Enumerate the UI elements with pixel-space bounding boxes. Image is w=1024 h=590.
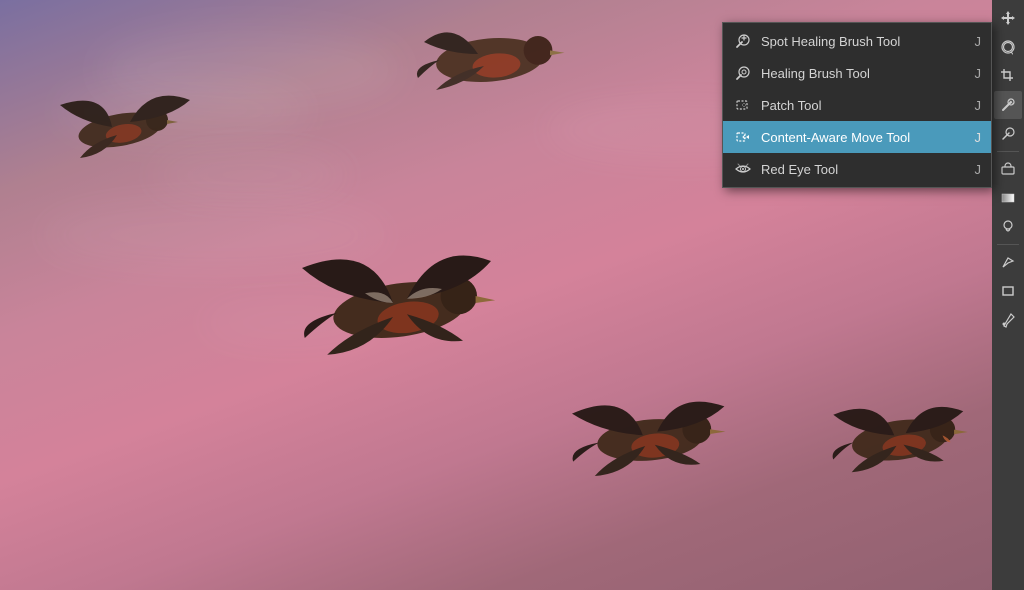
toolbar-eraser-tool[interactable] xyxy=(994,155,1022,183)
healing-brush-shortcut: J xyxy=(975,66,982,81)
toolbar-shape-tool[interactable] xyxy=(994,277,1022,305)
healing-brush-label: Healing Brush Tool xyxy=(761,66,967,81)
spot-healing-shortcut: J xyxy=(975,34,982,49)
toolbar-clone-stamp-tool[interactable] xyxy=(994,120,1022,148)
patch-tool-icon xyxy=(733,95,753,115)
toolbar-separator-1 xyxy=(997,151,1019,152)
toolbar-lasso-tool[interactable] xyxy=(994,33,1022,61)
toolbar-pen-tool[interactable] xyxy=(994,248,1022,276)
red-eye-shortcut: J xyxy=(975,162,982,177)
dropdown-item-healing-brush[interactable]: Healing Brush Tool J xyxy=(723,57,991,89)
toolbar-gradient-tool[interactable] xyxy=(994,184,1022,212)
dropdown-item-spot-healing[interactable]: Spot Healing Brush Tool J xyxy=(723,25,991,57)
toolbar-eyedropper-tool[interactable] xyxy=(994,306,1022,334)
toolbar xyxy=(992,0,1024,590)
red-eye-icon xyxy=(733,159,753,179)
patch-tool-shortcut: J xyxy=(975,98,982,113)
content-aware-label: Content-Aware Move Tool xyxy=(761,130,967,145)
spot-healing-label: Spot Healing Brush Tool xyxy=(761,34,967,49)
dropdown-item-red-eye[interactable]: Red Eye Tool J xyxy=(723,153,991,185)
tool-dropdown-menu: Spot Healing Brush Tool J Healing Brush … xyxy=(722,22,992,188)
toolbar-move-tool[interactable] xyxy=(994,4,1022,32)
toolbar-dodge-tool[interactable] xyxy=(994,213,1022,241)
patch-tool-label: Patch Tool xyxy=(761,98,967,113)
content-aware-shortcut: J xyxy=(975,130,982,145)
toolbar-crop-tool[interactable] xyxy=(994,62,1022,90)
red-eye-label: Red Eye Tool xyxy=(761,162,967,177)
healing-brush-icon xyxy=(733,63,753,83)
dropdown-item-patch-tool[interactable]: Patch Tool J xyxy=(723,89,991,121)
spot-healing-icon xyxy=(733,31,753,51)
dropdown-item-content-aware[interactable]: Content-Aware Move Tool J xyxy=(723,121,991,153)
content-aware-icon xyxy=(733,127,753,147)
toolbar-separator-2 xyxy=(997,244,1019,245)
toolbar-healing-tool[interactable] xyxy=(994,91,1022,119)
